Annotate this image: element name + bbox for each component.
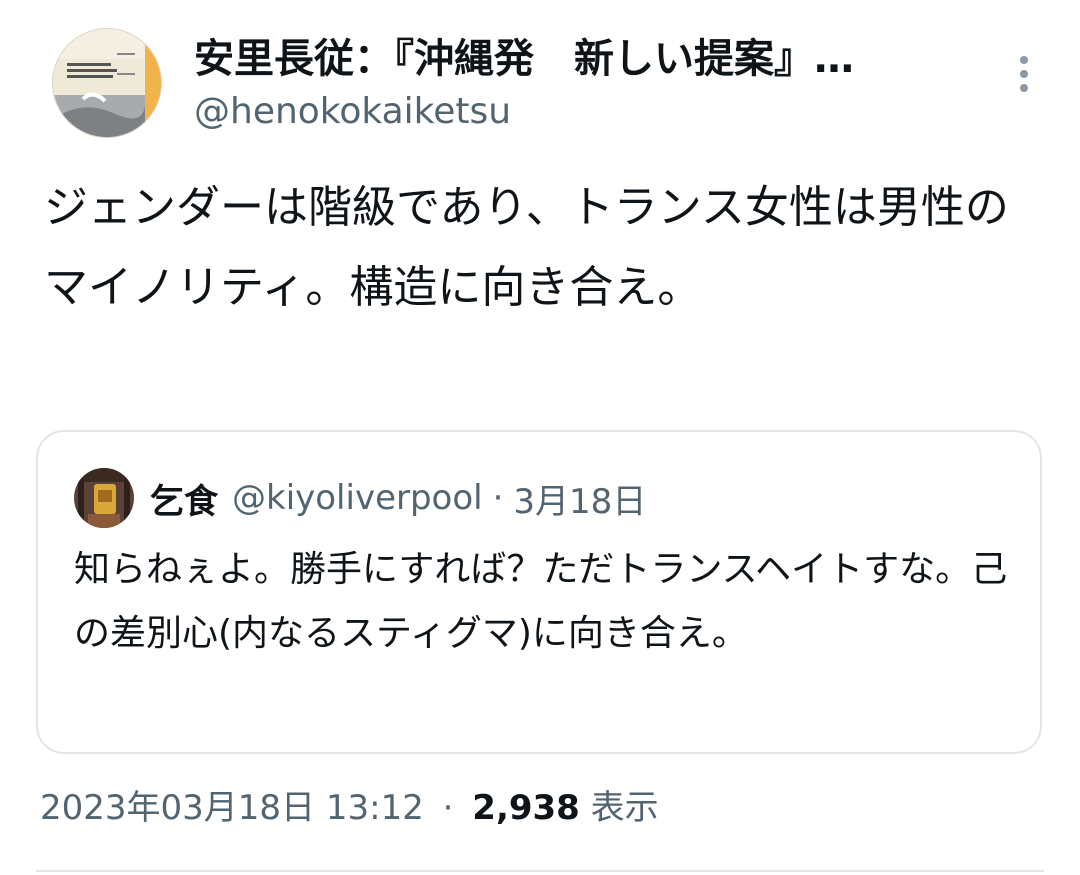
quoted-tweet-header: 乞食 @kiyoliverpool · 3月18日 <box>74 466 646 530</box>
divider <box>36 870 1044 872</box>
quoted-tweet-text: 知らねぇよ。勝手にすれば？ただトランスヘイトすな。己の差別心(内なるスティグマ)… <box>74 549 1008 654</box>
tweet-text: ジェンダーは階級であり、トランス女性は男性のマイノリティ。構造に向き合え。 <box>44 182 1009 313</box>
quoted-separator: · <box>492 478 504 518</box>
quoted-tweet-card[interactable]: 乞食 @kiyoliverpool · 3月18日 知らねぇよ。勝手にすれば？た… <box>36 430 1042 754</box>
tweet-header: 安里長従：『沖縄発 新しい提案』… @henokokaiketsu <box>44 24 1044 144</box>
meta-separator: · <box>442 788 454 828</box>
book-cover-image <box>53 29 161 137</box>
author-handle[interactable]: @henokokaiketsu <box>194 86 854 138</box>
more-vertical-icon <box>1020 56 1028 92</box>
quoted-avatar-image <box>74 468 134 528</box>
quoted-date[interactable]: 3月18日 <box>513 474 646 523</box>
author-avatar[interactable] <box>52 28 162 138</box>
more-options-button[interactable] <box>1004 44 1044 104</box>
views-count: 2,938 <box>472 788 580 828</box>
views-label: 表示 <box>590 788 659 828</box>
tweet-meta: 2023年03月18日 13:12 · 2,938 表示 <box>40 780 659 836</box>
quoted-author-avatar <box>74 468 134 528</box>
quoted-display-name[interactable]: 乞食 <box>150 474 218 523</box>
author-display-name[interactable]: 安里長従：『沖縄発 新しい提案』… <box>194 32 854 86</box>
tweet-timestamp[interactable]: 2023年03月18日 13:12 <box>40 788 424 828</box>
quoted-handle[interactable]: @kiyoliverpool <box>232 478 483 518</box>
